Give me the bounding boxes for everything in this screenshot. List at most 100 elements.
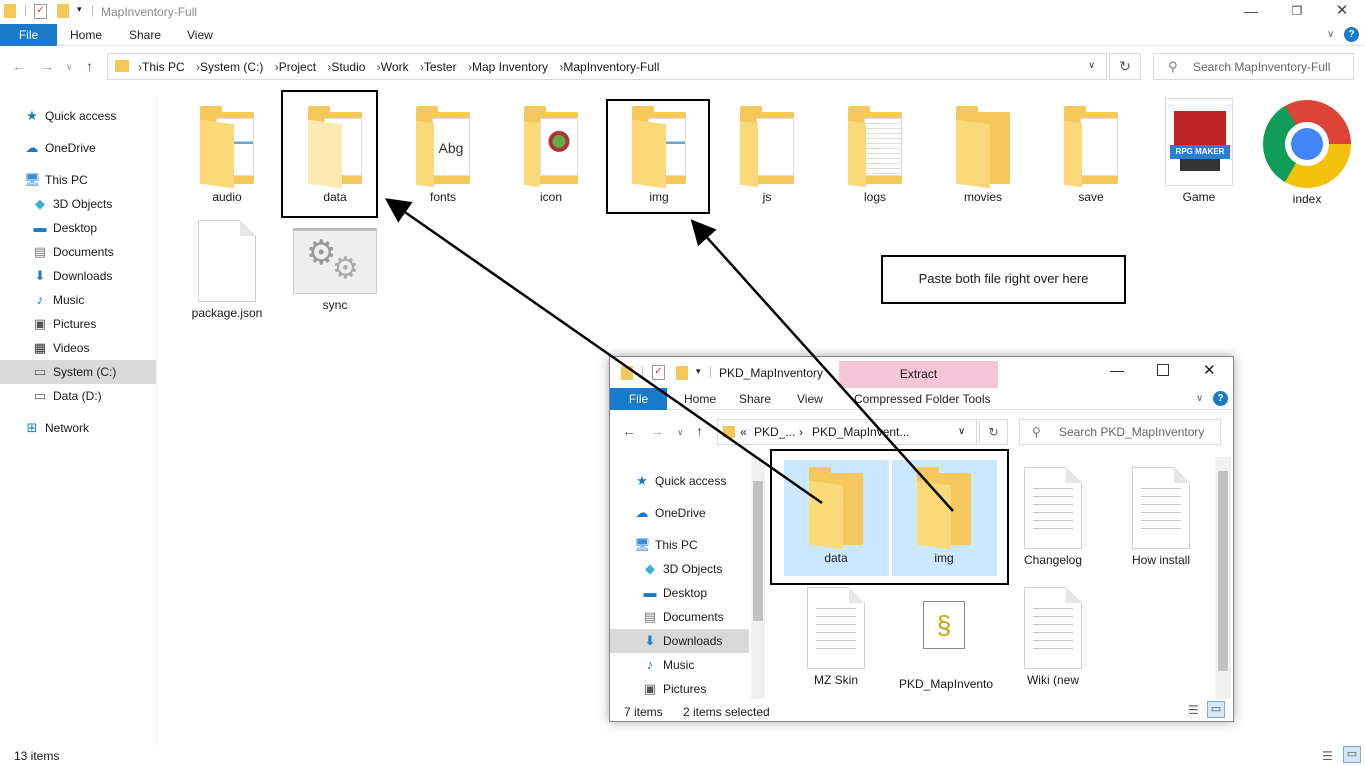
tab-share[interactable]: Share — [739, 392, 771, 406]
customize-toolbar-icon[interactable]: ▾ — [77, 4, 82, 15]
address-bar[interactable]: ›This PC ›System (C:) ›Project ›Studio ›… — [107, 53, 1107, 80]
breadcrumb-item[interactable]: PKD_MapInvent... — [812, 425, 909, 439]
video-icon: ▦ — [33, 340, 47, 355]
breadcrumb-item[interactable]: System (C:) — [200, 60, 263, 74]
sidebar-item-onedrive[interactable]: ☁ OneDrive — [24, 136, 96, 160]
sidebar-item-music[interactable]: ♪ Music — [32, 288, 85, 312]
breadcrumb-item[interactable]: PKD_... — [754, 425, 795, 439]
folder-save[interactable]: save — [1046, 104, 1136, 204]
sidebar-item-network[interactable]: ⊞ Network — [24, 416, 89, 440]
tab-view[interactable]: View — [187, 28, 213, 42]
back-arrow-icon[interactable]: ← — [622, 423, 636, 439]
computer-icon: 🖥 — [24, 172, 41, 187]
tab-home[interactable]: Home — [684, 392, 716, 406]
file-index[interactable]: index — [1262, 100, 1352, 206]
sidebar-item-desktop[interactable]: ▬ Desktop — [32, 216, 98, 240]
file-game[interactable]: RPG MAKER Game — [1154, 98, 1244, 204]
forward-arrow-icon[interactable]: → — [40, 58, 54, 74]
refresh-button[interactable]: ↻ — [1109, 53, 1141, 80]
new-folder-icon[interactable] — [57, 4, 69, 18]
recent-locations-icon[interactable]: ∨ — [677, 427, 684, 438]
chevron-down-icon[interactable]: ∨ — [1196, 393, 1203, 404]
file-pkd-mapinventory[interactable]: § PKD_MapInvento — [899, 601, 993, 691]
sidebar-item-downloads[interactable]: ⬇ Downloads — [32, 264, 113, 288]
file-sync[interactable]: ⚙ ⚙ sync — [290, 228, 380, 312]
tab-extract[interactable]: Extract — [839, 361, 998, 388]
close-button[interactable]: ✕ — [1203, 361, 1216, 379]
breadcrumb-item[interactable]: Tester — [424, 60, 457, 74]
chevron-down-icon[interactable]: ∨ — [1327, 29, 1334, 40]
sidebar-item-system-c[interactable]: ▭ System (C:) — [0, 360, 156, 384]
tab-view[interactable]: View — [797, 392, 823, 406]
properties-icon[interactable]: ✓ — [652, 365, 665, 380]
sidebar-item-downloads[interactable]: ⬇ Downloads — [610, 629, 749, 653]
sidebar-item-videos[interactable]: ▦ Videos — [32, 336, 90, 360]
sidebar-scrollbar[interactable] — [751, 457, 765, 699]
inner-address-bar[interactable]: « PKD_... › PKD_MapInvent... ∨ — [717, 419, 977, 445]
search-input[interactable]: ⚲ Search MapInventory-Full — [1153, 53, 1354, 80]
file-mz-skin[interactable]: MZ Skin — [791, 587, 881, 687]
sidebar-item-3d-objects[interactable]: ◆ 3D Objects — [32, 192, 112, 216]
breadcrumb-item[interactable]: This PC — [142, 60, 185, 74]
folder-js[interactable]: js — [722, 104, 812, 204]
sidebar-item-data-d[interactable]: ▭ Data (D:) — [32, 384, 102, 408]
sidebar-item-pictures[interactable]: ▣ Pictures — [642, 677, 707, 697]
details-view-icon[interactable]: ☰ — [1322, 749, 1333, 763]
tab-file[interactable]: File — [0, 24, 57, 46]
file-how-install[interactable]: How install — [1116, 467, 1206, 567]
sidebar-item-music[interactable]: ♪ Music — [642, 653, 695, 677]
restore-button[interactable]: ❐ — [1274, 0, 1320, 24]
details-view-icon[interactable]: ☰ — [1188, 703, 1199, 717]
chevron-down-icon[interactable]: ∨ — [958, 426, 965, 437]
inner-search-input[interactable]: ⚲ Search PKD_MapInventory — [1019, 419, 1221, 445]
forward-arrow-icon[interactable]: → — [650, 423, 664, 439]
minimize-button[interactable]: — — [1228, 0, 1274, 24]
sidebar-item-quick-access[interactable]: ★ Quick access — [634, 469, 726, 493]
folder-icon-folder[interactable]: icon — [506, 104, 596, 204]
sidebar-item-quick-access[interactable]: ★ Quick access — [24, 104, 116, 128]
folder-movies[interactable]: movies — [938, 104, 1028, 204]
chevron-down-icon[interactable]: ∨ — [1088, 60, 1095, 71]
up-arrow-icon[interactable]: ↑ — [696, 423, 703, 439]
maximize-button[interactable] — [1157, 364, 1169, 376]
breadcrumb-item[interactable]: Work — [381, 60, 409, 74]
recent-locations-icon[interactable]: ∨ — [66, 62, 73, 73]
content-scrollbar[interactable] — [1215, 457, 1231, 699]
file-package-json[interactable]: package.json — [182, 220, 272, 320]
breadcrumb-item[interactable]: Map Inventory — [472, 60, 548, 74]
properties-icon[interactable]: ✓ — [34, 4, 47, 19]
folder-fonts[interactable]: Abg fonts — [398, 104, 488, 204]
sidebar-item-onedrive[interactable]: ☁ OneDrive — [634, 501, 706, 525]
breadcrumb-item[interactable]: Studio — [331, 60, 365, 74]
text-file-icon — [1024, 587, 1082, 669]
new-folder-icon[interactable] — [676, 366, 688, 380]
file-changelog[interactable]: Changelog — [1008, 467, 1098, 567]
large-icons-view-icon[interactable]: ▭ — [1207, 701, 1225, 718]
breadcrumb-item[interactable]: MapInventory-Full — [563, 60, 659, 74]
close-button[interactable]: ✕ — [1319, 0, 1365, 24]
folder-logs[interactable]: logs — [830, 104, 920, 204]
help-icon[interactable]: ? — [1344, 27, 1359, 42]
refresh-button[interactable]: ↻ — [979, 419, 1008, 445]
customize-toolbar-icon[interactable]: ▾ — [696, 366, 701, 377]
sidebar-item-this-pc[interactable]: 🖥 This PC — [24, 168, 88, 192]
tab-file[interactable]: File — [610, 388, 667, 410]
sidebar-item-documents[interactable]: ▤ Documents — [642, 605, 724, 629]
file-wiki[interactable]: Wiki (new — [1008, 587, 1098, 687]
up-arrow-icon[interactable]: ↑ — [86, 58, 93, 74]
overflow-icon[interactable]: « — [740, 425, 747, 439]
sidebar-item-documents[interactable]: ▤ Documents — [32, 240, 114, 264]
folder-audio[interactable]: audio — [182, 104, 272, 204]
sidebar-item-pictures[interactable]: ▣ Pictures — [32, 312, 97, 336]
large-icons-view-icon[interactable]: ▭ — [1343, 746, 1361, 763]
sidebar-item-desktop[interactable]: ▬ Desktop — [642, 581, 708, 605]
back-arrow-icon[interactable]: ← — [12, 58, 26, 74]
breadcrumb-item[interactable]: Project — [279, 60, 316, 74]
minimize-button[interactable]: — — [1110, 362, 1124, 378]
sidebar-item-3d-objects[interactable]: ◆ 3D Objects — [642, 557, 722, 581]
tab-share[interactable]: Share — [129, 28, 161, 42]
help-icon[interactable]: ? — [1213, 391, 1228, 406]
sidebar-item-this-pc[interactable]: 🖥 This PC — [634, 533, 698, 557]
tab-compressed-folder-tools[interactable]: Compressed Folder Tools — [854, 392, 991, 406]
tab-home[interactable]: Home — [70, 28, 102, 42]
